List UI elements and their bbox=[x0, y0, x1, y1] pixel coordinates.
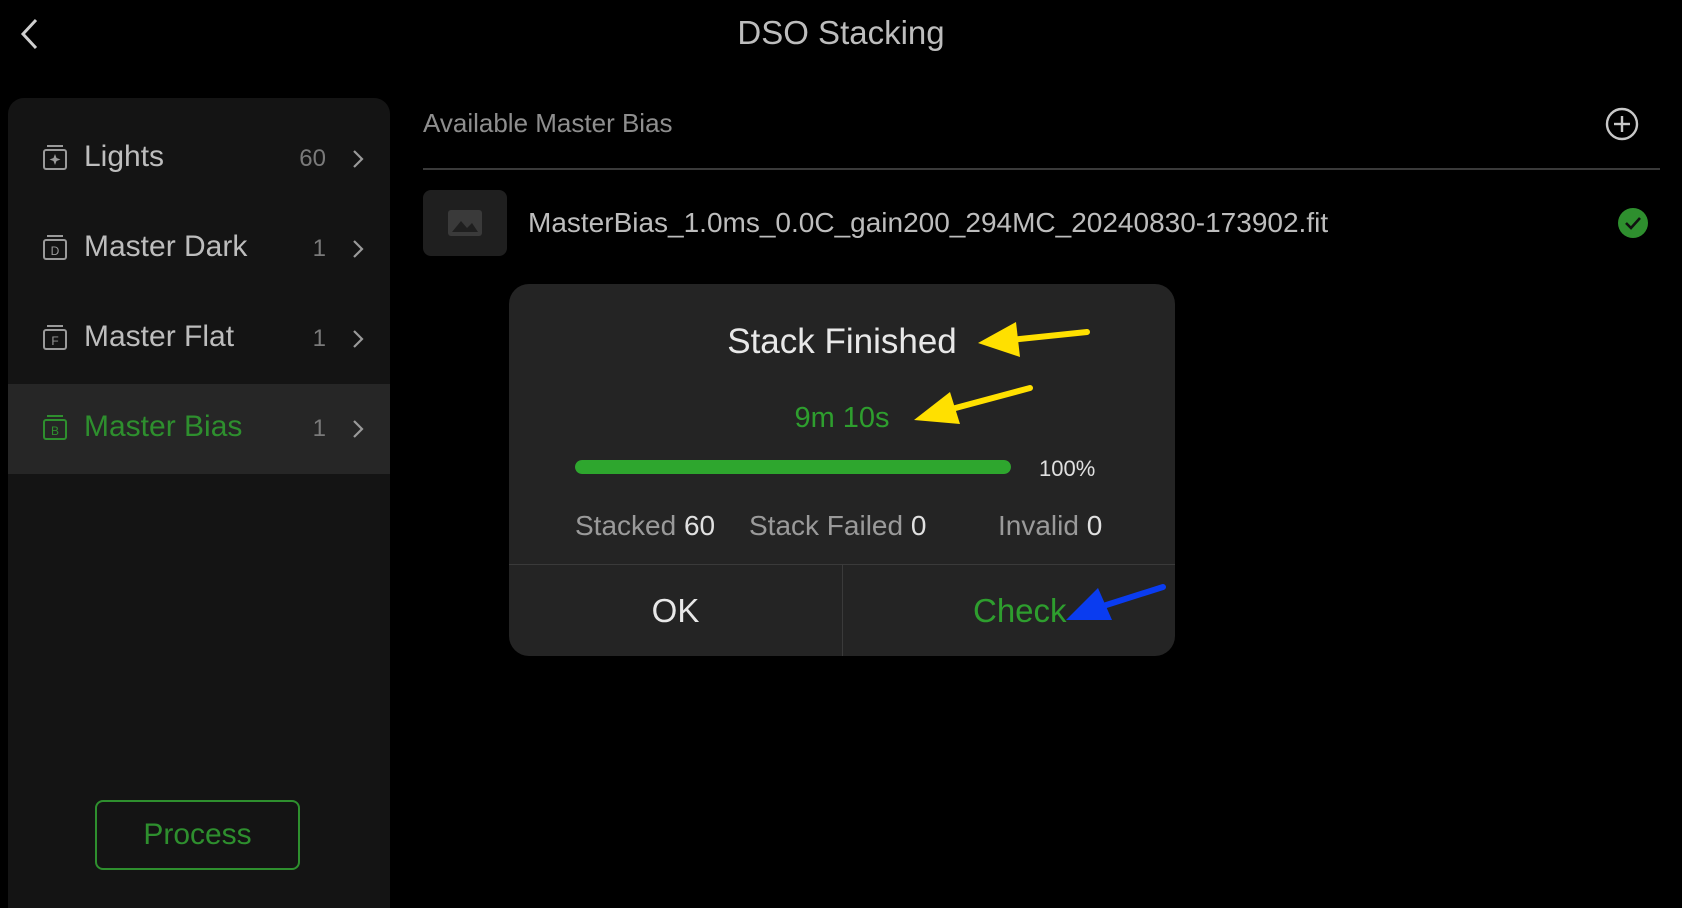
section-header: Available Master Bias bbox=[423, 108, 673, 138]
file-name: MasterBias_1.0ms_0.0C_gain200_294MC_2024… bbox=[528, 207, 1329, 238]
svg-text:D: D bbox=[51, 244, 60, 258]
sidebar-item-master-flat[interactable]: F Master Flat 1 bbox=[8, 294, 390, 384]
lights-icon bbox=[40, 143, 70, 173]
stat-failed-value: 0 bbox=[910, 510, 927, 541]
sidebar-item-master-dark[interactable]: D Master Dark 1 bbox=[8, 204, 390, 294]
plus-circle-icon bbox=[1605, 107, 1639, 141]
master-dark-icon: D bbox=[40, 233, 70, 263]
stat-stacked-value: 60 bbox=[683, 510, 716, 541]
sidebar-item-count: 1 bbox=[312, 415, 326, 442]
svg-text:B: B bbox=[51, 424, 59, 438]
stat-failed-label: Stack Failed bbox=[749, 510, 904, 541]
sidebar-item-master-bias[interactable]: B Master Bias 1 bbox=[8, 384, 390, 474]
elapsed-time: 9m 10s bbox=[794, 402, 890, 434]
stack-finished-dialog: Stack Finished 9m 10s 100% Stacked 60 St… bbox=[509, 284, 1175, 656]
sidebar-item-label: Master Flat bbox=[84, 320, 235, 353]
image-icon bbox=[448, 210, 482, 236]
sidebar-item-label: Master Dark bbox=[84, 230, 248, 263]
master-bias-icon: B bbox=[40, 413, 70, 443]
chevron-right-icon bbox=[348, 325, 368, 353]
stat-stacked-label: Stacked bbox=[575, 510, 677, 541]
chevron-right-icon bbox=[348, 235, 368, 263]
progress-bar-fill bbox=[575, 460, 1011, 474]
stat-invalid-label: Invalid bbox=[998, 510, 1079, 541]
sidebar-item-label: Master Bias bbox=[84, 410, 243, 443]
sidebar-item-lights[interactable]: Lights 60 bbox=[8, 114, 390, 204]
master-flat-icon: F bbox=[40, 323, 70, 353]
add-button[interactable] bbox=[1604, 106, 1640, 142]
stat-invalid: Invalid 0 bbox=[998, 510, 1102, 542]
sidebar-item-label: Lights bbox=[84, 140, 165, 173]
check-button-label: Check bbox=[973, 592, 1067, 629]
file-thumbnail bbox=[423, 190, 507, 256]
ok-button[interactable]: OK bbox=[509, 565, 842, 656]
chevron-right-icon bbox=[348, 145, 368, 173]
file-list-item[interactable]: MasterBias_1.0ms_0.0C_gain200_294MC_2024… bbox=[423, 190, 1660, 256]
progress-percent: 100% bbox=[1039, 456, 1096, 481]
check-button[interactable]: Check bbox=[843, 565, 1175, 656]
divider bbox=[423, 168, 1660, 170]
check-circle-icon[interactable] bbox=[1617, 207, 1649, 239]
progress-bar bbox=[575, 460, 1011, 474]
sidebar-item-count: 60 bbox=[299, 145, 326, 172]
dialog-title: Stack Finished bbox=[727, 322, 957, 361]
process-button[interactable]: Process bbox=[95, 800, 300, 870]
stat-stack-failed: Stack Failed 0 bbox=[749, 510, 926, 542]
sidebar-item-count: 1 bbox=[312, 235, 326, 262]
top-bar: DSO Stacking bbox=[0, 0, 1682, 70]
sidebar: Lights 60 D Master Dark 1 F Master Flat … bbox=[8, 98, 390, 908]
page-title: DSO Stacking bbox=[737, 14, 945, 51]
sidebar-item-count: 1 bbox=[312, 325, 326, 352]
svg-text:F: F bbox=[51, 334, 58, 348]
chevron-right-icon bbox=[348, 415, 368, 443]
stat-stacked: Stacked 60 bbox=[575, 510, 715, 542]
stat-invalid-value: 0 bbox=[1086, 510, 1103, 541]
